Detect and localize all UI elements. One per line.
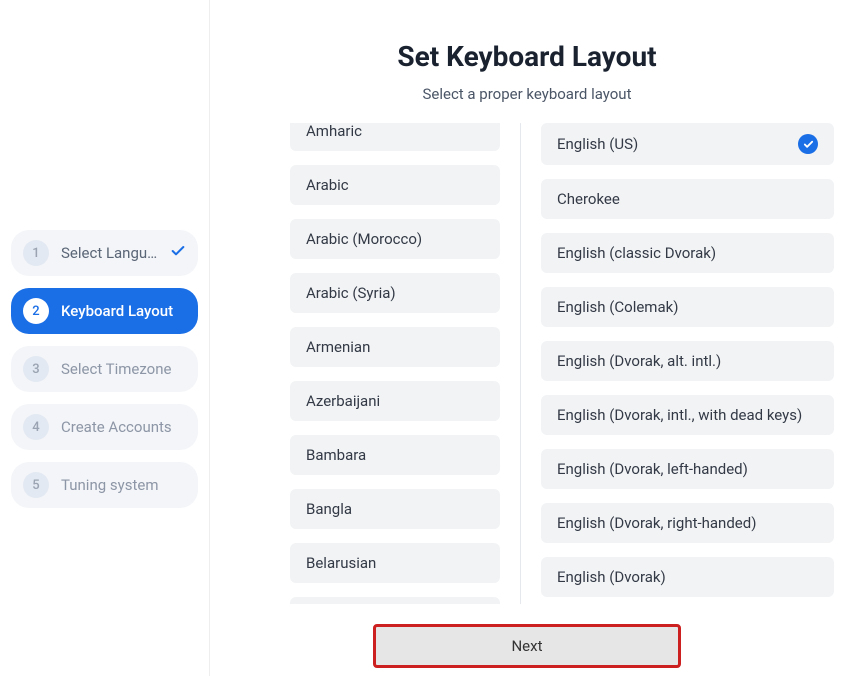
variant-item-label: English (Colemak): [557, 298, 678, 316]
variant-list[interactable]: English (US) Cherokee English (classic Dvo…: [541, 123, 834, 604]
locale-list[interactable]: Amharic Arabic Arabic (Morocco) Arabic (Syr…: [290, 123, 500, 604]
page-title: Set Keyboard Layout: [210, 40, 844, 73]
variant-item[interactable]: English (Dvorak): [541, 557, 834, 597]
variant-item-label: English (Dvorak, alt. intl.): [557, 352, 721, 370]
footer: Next: [210, 604, 844, 676]
variant-item[interactable]: English (Dvorak, intl., with dead keys): [541, 395, 834, 435]
step-number: 3: [23, 356, 49, 382]
check-icon: [170, 243, 186, 263]
step-item-4[interactable]: 4 Create Accounts: [11, 404, 198, 450]
variant-item[interactable]: English (Dvorak, right-handed): [541, 503, 834, 543]
step-label: Select Langu…: [61, 244, 170, 262]
locale-item-label: Arabic (Morocco): [306, 230, 422, 248]
locale-item[interactable]: Belgian: [290, 597, 500, 604]
locale-item[interactable]: Arabic (Morocco): [290, 219, 500, 259]
selected-check-icon: [798, 134, 818, 154]
locale-item-label: Armenian: [306, 338, 370, 356]
variant-item[interactable]: English (Dvorak, alt. intl.): [541, 341, 834, 381]
locale-item[interactable]: Armenian: [290, 327, 500, 367]
locale-item-label: Arabic (Syria): [306, 284, 396, 302]
locale-item[interactable]: Belarusian: [290, 543, 500, 583]
variant-item[interactable]: English (Colemak): [541, 287, 834, 327]
step-item-3[interactable]: 3 Select Timezone: [11, 346, 198, 392]
step-number: 4: [23, 414, 49, 440]
locale-item-label: Belarusian: [306, 554, 376, 572]
variant-item-label: English (Dvorak, intl., with dead keys): [557, 406, 802, 424]
step-label: Keyboard Layout: [61, 302, 186, 320]
layout-lists: Amharic Arabic Arabic (Morocco) Arabic (Syr…: [210, 123, 844, 604]
step-number: 5: [23, 472, 49, 498]
next-button[interactable]: Next: [373, 624, 681, 668]
locale-item[interactable]: Bangla: [290, 489, 500, 529]
locale-item-label: Bangla: [306, 500, 352, 518]
variant-item-label: English (Dvorak, right-handed): [557, 514, 756, 532]
locale-item[interactable]: Amharic: [290, 123, 500, 151]
step-item-1[interactable]: 1 Select Langu…: [11, 230, 198, 276]
variant-item[interactable]: English (Dvorak, left-handed): [541, 449, 834, 489]
step-number: 2: [23, 298, 49, 324]
step-label: Tuning system: [61, 476, 186, 494]
locale-item-label: Amharic: [306, 123, 362, 140]
page-subtitle: Select a proper keyboard layout: [210, 85, 844, 103]
variant-item-label: Cherokee: [557, 190, 620, 208]
locale-item-label: Bambara: [306, 446, 366, 464]
variant-item[interactable]: English (US): [541, 123, 834, 165]
variant-item-label: English (Dvorak): [557, 568, 666, 586]
step-item-5[interactable]: 5 Tuning system: [11, 462, 198, 508]
variant-item-label: English (classic Dvorak): [557, 244, 716, 262]
step-label: Create Accounts: [61, 418, 186, 436]
step-item-2[interactable]: 2 Keyboard Layout: [11, 288, 198, 334]
locale-item[interactable]: Arabic: [290, 165, 500, 205]
locale-item[interactable]: Bambara: [290, 435, 500, 475]
header: Set Keyboard Layout Select a proper keyb…: [210, 40, 844, 103]
step-number: 1: [23, 240, 49, 266]
list-divider: [520, 123, 521, 604]
variant-item-label: English (Dvorak, left-handed): [557, 460, 748, 478]
locale-item-label: Azerbaijani: [306, 392, 380, 410]
locale-item[interactable]: Azerbaijani: [290, 381, 500, 421]
variant-item[interactable]: English (classic Dvorak): [541, 233, 834, 273]
variant-item-label: English (US): [557, 135, 638, 153]
main-panel: Set Keyboard Layout Select a proper keyb…: [210, 0, 844, 676]
locale-item-label: Arabic: [306, 176, 349, 194]
sidebar: 1 Select Langu… 2 Keyboard Layout 3 Select Ti…: [0, 0, 210, 676]
step-label: Select Timezone: [61, 360, 186, 378]
locale-item[interactable]: Arabic (Syria): [290, 273, 500, 313]
variant-item[interactable]: Cherokee: [541, 179, 834, 219]
